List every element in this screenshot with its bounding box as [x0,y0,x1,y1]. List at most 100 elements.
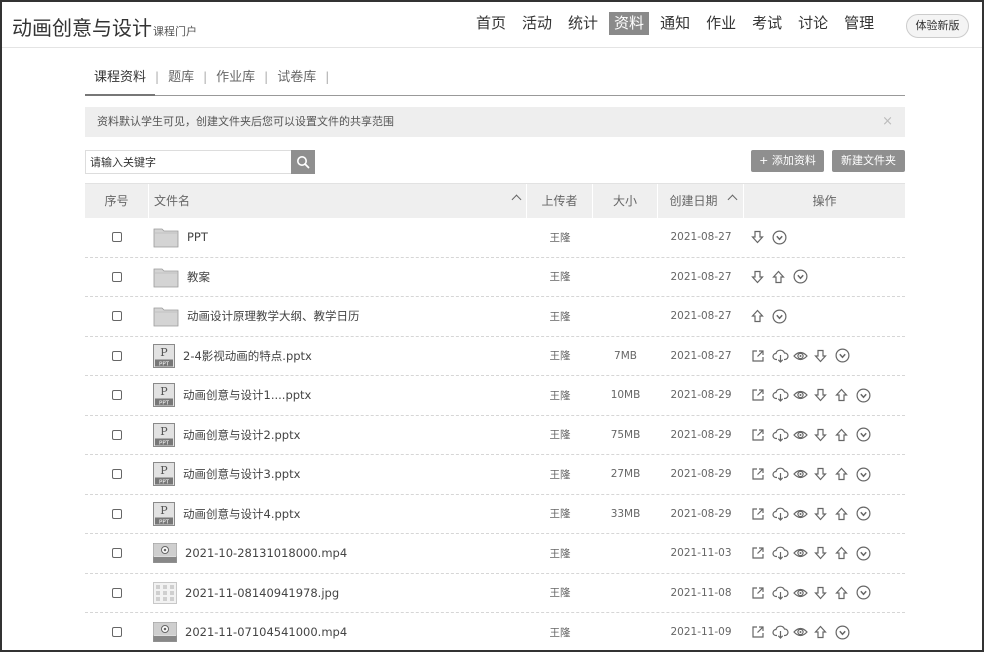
add-resource-button[interactable]: + 添加资料 [751,150,824,172]
course-logo[interactable]: 动画创意与设计课程门户 [12,12,197,41]
down-arrow-icon[interactable] [814,466,835,482]
file-name-link[interactable]: 2021-10-28131018000.mp4 [185,546,347,560]
row-checkbox[interactable] [112,587,122,598]
row-checkbox[interactable] [112,311,122,322]
up-arrow-icon[interactable] [835,545,856,561]
share-icon[interactable] [751,624,772,640]
nav-item-3[interactable]: 资料 [609,12,650,35]
share-icon[interactable] [751,585,772,601]
cloud-download-icon[interactable] [772,348,793,364]
up-arrow-icon[interactable] [814,624,835,640]
more-circle-icon[interactable] [772,308,793,324]
up-arrow-icon[interactable] [835,466,856,482]
file-name-link[interactable]: 动画创意与设计4.pptx [183,506,300,522]
file-name-link[interactable]: 2021-11-08140941978.jpg [185,586,339,600]
file-name-link[interactable]: 教案 [187,269,210,285]
file-name-link[interactable]: 2-4影视动画的特点.pptx [183,348,312,364]
row-checkbox[interactable] [112,350,122,361]
nav-item-1[interactable]: 活动 [517,12,557,35]
tab-0[interactable]: 课程资料 [85,68,156,96]
cloud-download-icon[interactable] [772,427,793,443]
cloud-download-icon[interactable] [772,545,793,561]
row-checkbox[interactable] [112,429,122,440]
more-circle-icon[interactable] [856,427,877,443]
cloud-download-icon[interactable] [772,466,793,482]
eye-icon[interactable] [793,624,814,640]
row-checkbox[interactable] [112,627,122,638]
share-icon[interactable] [751,506,772,522]
nav-item-5[interactable]: 作业 [701,12,741,35]
more-circle-icon[interactable] [835,624,856,640]
up-arrow-icon[interactable] [835,427,856,443]
cloud-download-icon[interactable] [772,506,793,522]
nav-item-6[interactable]: 考试 [747,12,787,35]
share-icon[interactable] [751,387,772,403]
more-circle-icon[interactable] [835,348,856,364]
eye-icon[interactable] [793,585,814,601]
tab-1[interactable]: 题库 [159,68,203,95]
eye-icon[interactable] [793,545,814,561]
eye-icon[interactable] [793,506,814,522]
eye-icon[interactable] [793,427,814,443]
down-arrow-icon[interactable] [814,545,835,561]
row-checkbox[interactable] [112,469,122,480]
more-circle-icon[interactable] [856,466,877,482]
row-checkbox[interactable] [112,508,122,519]
share-icon[interactable] [751,427,772,443]
up-arrow-icon[interactable] [751,308,772,324]
row-checkbox[interactable] [112,271,122,282]
close-icon[interactable]: × [882,107,893,137]
eye-icon[interactable] [793,387,814,403]
eye-icon[interactable] [793,466,814,482]
share-icon[interactable] [751,545,772,561]
nav-item-4[interactable]: 通知 [655,12,695,35]
file-name-link[interactable]: 动画创意与设计1....pptx [183,387,311,403]
down-arrow-icon[interactable] [814,427,835,443]
up-arrow-icon[interactable] [835,387,856,403]
sort-caret-up-icon[interactable] [511,194,522,205]
nav-item-0[interactable]: 首页 [471,12,511,35]
nav-item-2[interactable]: 统计 [563,12,603,35]
up-arrow-icon[interactable] [835,585,856,601]
eye-icon[interactable] [793,348,814,364]
down-arrow-icon[interactable] [751,229,772,245]
down-arrow-icon[interactable] [751,269,772,285]
cloud-download-icon[interactable] [772,624,793,640]
cloud-download-icon[interactable] [772,585,793,601]
share-icon[interactable] [751,466,772,482]
down-arrow-icon[interactable] [814,348,835,364]
cloud-download-icon[interactable] [772,387,793,403]
file-name-link[interactable]: 2021-11-07104541000.mp4 [185,625,347,639]
file-name-link[interactable]: 动画创意与设计2.pptx [183,427,300,443]
header-filename[interactable]: 文件名 [149,184,527,218]
tab-3[interactable]: 试卷库 [268,68,325,95]
more-circle-icon[interactable] [856,506,877,522]
share-icon[interactable] [751,348,772,364]
row-checkbox[interactable] [112,548,122,559]
more-circle-icon[interactable] [793,269,814,285]
file-name-link[interactable]: 动画创意与设计3.pptx [183,466,300,482]
more-circle-icon[interactable] [856,387,877,403]
down-arrow-icon[interactable] [814,585,835,601]
try-new-version-button[interactable]: 体验新版 [906,14,969,38]
row-checkbox[interactable] [112,390,122,401]
table-row: P PPT 动画创意与设计3.pptx 王隆 27MB 2021-08-29 [85,455,905,495]
header-date[interactable]: 创建日期 [658,184,744,218]
down-arrow-icon[interactable] [814,506,835,522]
up-arrow-icon[interactable] [835,506,856,522]
search-button[interactable] [291,150,315,174]
sort-caret-up-icon[interactable] [727,194,738,205]
file-name-link[interactable]: PPT [187,230,208,244]
new-folder-button[interactable]: 新建文件夹 [832,150,905,172]
more-circle-icon[interactable] [772,229,793,245]
nav-item-8[interactable]: 管理 [839,12,879,35]
nav-item-7[interactable]: 讨论 [793,12,833,35]
down-arrow-icon[interactable] [814,387,835,403]
file-name-link[interactable]: 动画设计原理教学大纲、教学日历 [187,308,360,324]
search-input[interactable] [86,151,292,173]
row-checkbox[interactable] [112,232,122,243]
up-arrow-icon[interactable] [772,269,793,285]
more-circle-icon[interactable] [856,545,877,561]
more-circle-icon[interactable] [856,585,877,601]
tab-2[interactable]: 作业库 [207,68,264,95]
